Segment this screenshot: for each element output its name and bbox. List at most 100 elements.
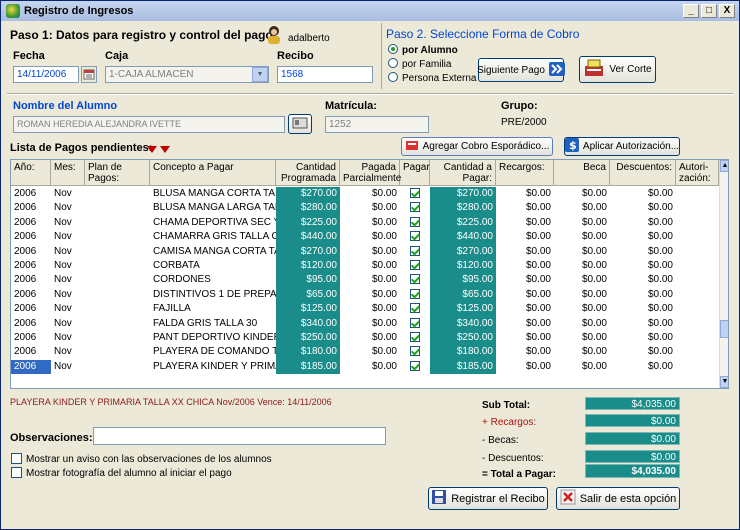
cell-beca: $0.00 [581,188,607,199]
pay-checkbox[interactable] [400,230,430,244]
pay-checkbox[interactable] [400,302,430,316]
cell-pagar: $340.00 [430,316,496,331]
table-row[interactable]: 2006NovCHAMARRA GRIS TALLA CH...$440.00$… [11,230,719,245]
recibo-label: Recibo [277,50,314,62]
col-recargos[interactable]: Recargos: [496,160,554,186]
col-ano[interactable]: Año: [11,160,51,186]
alumno-field[interactable]: ROMAN HEREDIA ALEJANDRA IVETTE [13,116,285,133]
col-cantidad-pagar[interactable]: Cantidad a Pagar: [430,160,496,186]
pay-checkbox[interactable] [400,317,430,331]
apply-authorization-button[interactable]: $ Aplicar Autorización... [564,137,680,156]
dollar-icon: $ [564,138,579,155]
table-row[interactable]: 2006NovCHAMA DEPORTIVA SEC Y ...$225.00$… [11,215,719,231]
fecha-field[interactable]: 14/11/2006 [13,66,79,83]
cell-rec: $0.00 [525,231,551,243]
table-row[interactable]: 2006NovPLAYERA DE COMANDO TA...$180.00$0… [11,345,719,360]
pay-checkbox[interactable] [400,201,430,215]
observaciones-field[interactable] [93,427,386,445]
scroll-thumb[interactable] [720,320,728,338]
grupo-label: Grupo: [501,100,538,112]
table-row[interactable]: 2006NovPLAYERA KINDER Y PRIMA...$185.00$… [11,359,719,375]
matricula-field[interactable]: 1252 [325,116,429,133]
table-row[interactable]: 2006 Nov CAMISA MANGA CORTA TA... $270.00 $0… [11,244,719,259]
cell-parcial: $0.00 [371,274,397,286]
close-button[interactable]: X [719,4,735,18]
observaciones-label: Observaciones: [10,432,93,444]
cell-parcial: $0.00 [371,288,397,300]
col-descuentos[interactable]: Descuentos: [610,160,676,186]
cell-mes: Nov [54,245,72,257]
pay-checkbox[interactable] [400,331,430,345]
vertical-scrollbar[interactable]: ▲ ▼ [719,160,728,388]
col-programada[interactable]: Cantidad Programada [276,160,340,186]
title-bar[interactable]: Registro de Ingresos _ □ X [1,1,739,21]
table-row[interactable]: 2006NovBLUSA MANGA LARGA TALL...$280.00$… [11,201,719,216]
next-payment-button[interactable]: Siguiente Pago [477,58,565,82]
calendar-icon[interactable] [81,66,97,83]
subtotal-label: Sub Total: [482,400,531,411]
search-student-button[interactable] [288,114,312,134]
pay-checkbox[interactable] [400,360,430,374]
table-row[interactable]: 2006 Nov CORDONES $95.00 $0.00 $95.00 $0.00 $0.… [11,273,719,288]
pay-checkbox[interactable] [400,259,430,273]
col-plan[interactable]: Plan de Pagos: [85,160,150,186]
register-receipt-button[interactable]: Registrar el Recibo [428,487,548,510]
col-autorizacion[interactable]: Autori-zación: [676,160,719,186]
cell-beca: $0.00 [581,360,607,372]
pay-checkbox[interactable] [400,187,430,201]
table-row[interactable]: 2006 Nov CORBATA $120.00 $0.00 $120.00 $0.00 $0… [11,259,719,274]
caja-select[interactable]: 1-CAJA ALMACEN [105,66,269,83]
divider [7,93,733,95]
pay-checkbox[interactable] [400,273,430,287]
pay-checkbox[interactable] [400,288,430,302]
add-sporadic-charge-button[interactable]: Agregar Cobro Esporádico... [401,137,553,156]
cell-beca: $0.00 [581,346,607,358]
cell-concepto: FAJILLA [153,303,191,315]
col-concepto[interactable]: Concepto a Pagar [150,160,276,186]
cell-ano: 2006 [14,245,37,257]
radio-por-alumno[interactable]: por Alumno [388,44,458,56]
table-row[interactable]: 2006 Nov FAJILLA $125.00 $0.00 $125.00 $0.00 $0… [11,302,719,317]
cell-rec: $0.00 [525,288,551,300]
radio-persona-externa[interactable]: Persona Externa [388,72,477,84]
becas-value: $0.00 [585,432,680,445]
cell-desc: $0.00 [647,303,673,315]
scroll-down-icon[interactable]: ▼ [720,376,728,388]
cell-prog: $120.00 [276,259,340,274]
cell-beca: $0.00 [581,303,607,315]
minimize-button[interactable]: _ [683,4,699,18]
cell-beca: $0.00 [581,260,607,271]
pay-checkbox[interactable] [400,216,430,230]
table-row[interactable]: 2006NovBLUSA MANGA CORTA TALL...$270.00$… [11,187,719,202]
table-row[interactable]: 2006 Nov FALDA GRIS TALLA 30 $340.00 $0.00 $3… [11,316,719,331]
col-parcial[interactable]: Pagada Parcialmente [340,160,401,186]
cell-ano: 2006 [14,288,37,300]
col-mes[interactable]: Mes: [51,160,85,186]
chevron-down-icon[interactable]: ▼ [252,67,268,82]
cell-pagar: $280.00 [430,201,496,216]
payments-table: Año: Mes: Plan de Pagos: Concepto a Paga… [10,159,729,389]
col-beca[interactable]: Beca [554,160,610,186]
exit-button[interactable]: Salir de esta opción [556,487,680,510]
cell-parcial: $0.00 [371,303,397,315]
table-row[interactable]: 2006NovPANT DEPORTIVO KINDER ...$250.00$… [11,331,719,346]
recibo-field[interactable]: 1568 [277,66,373,83]
descuentos-label: - Descuentos: [482,453,544,464]
scroll-up-icon[interactable]: ▲ [720,160,728,172]
user-name: adalberto [288,33,330,44]
table-row[interactable]: 2006NovDISTINTIVOS 1 DE PREPAR...$65.00$… [11,287,719,303]
check-show-notice[interactable]: Mostrar un aviso con las observaciones d… [11,453,272,465]
cell-parcial: $0.00 [371,202,397,214]
cell-pagar: $440.00 [430,230,496,245]
col-pagar[interactable]: Pagar [400,160,430,186]
cell-desc: $0.00 [647,216,673,228]
ver-corte-button[interactable]: Ver Corte [579,56,656,83]
cell-ano: 2006 [14,202,37,214]
pay-checkbox[interactable] [400,245,430,259]
maximize-button[interactable]: □ [701,4,717,18]
pay-checkbox[interactable] [400,345,430,359]
cell-plan [85,230,150,244]
cell-concepto: PANT DEPORTIVO KINDER ... [153,332,276,343]
radio-por-familia[interactable]: por Familia [388,58,451,70]
check-show-photo[interactable]: Mostrar fotografía del alumno al iniciar… [11,467,232,479]
